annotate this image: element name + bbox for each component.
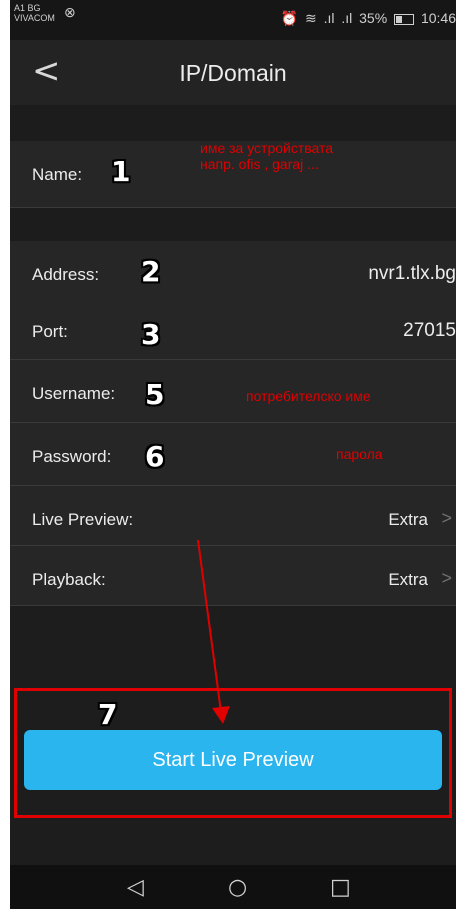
start-live-preview-button[interactable]: Start Live Preview xyxy=(24,730,442,790)
nav-home-icon[interactable]: ○ xyxy=(228,875,247,900)
nav-recents-icon[interactable]: □ xyxy=(330,875,351,900)
step-number-7: 7 xyxy=(98,698,118,731)
android-nav-bar: ◁ ○ □ xyxy=(10,865,456,909)
phone-screen: A1 BG VIVACOM ⊗ ⏰ ≋ .ıl .ıl 35% 10:46 < … xyxy=(10,0,456,909)
nav-back-icon[interactable]: ◁ xyxy=(127,875,144,900)
